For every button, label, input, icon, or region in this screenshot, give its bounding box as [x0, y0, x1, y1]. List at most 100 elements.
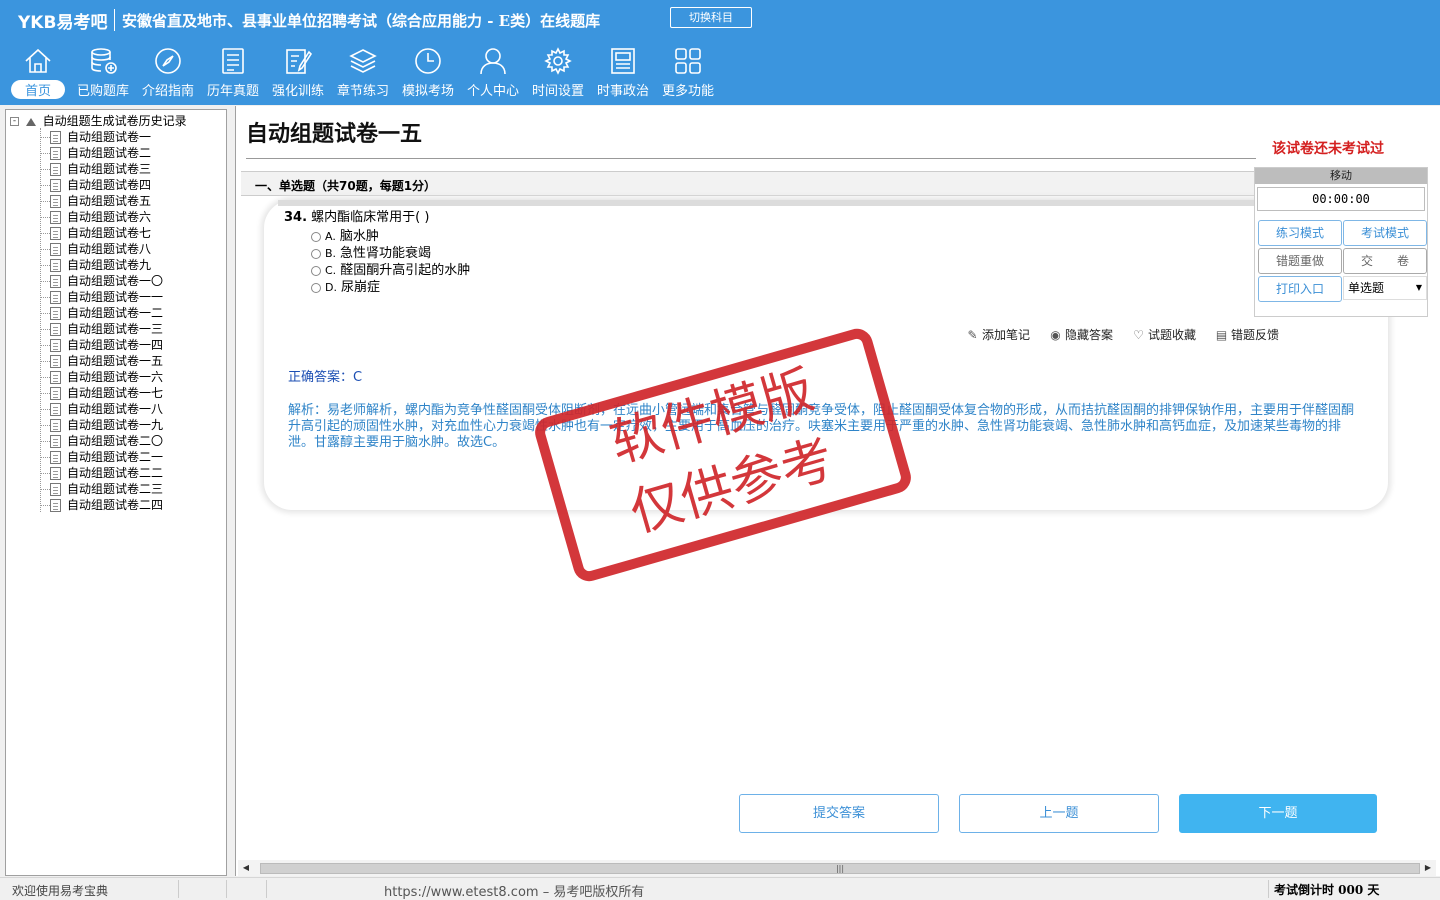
- paper-history-tree[interactable]: - 自动组题生成试卷历史记录 自动组题试卷一 自动组题试卷二 自动组题试卷三 自动组题…: [5, 109, 227, 876]
- nav-guide[interactable]: 介绍指南: [137, 46, 199, 102]
- document-icon: [50, 387, 61, 400]
- nav-chapters[interactable]: 章节练习: [332, 46, 394, 102]
- tree-item[interactable]: 自动组题试卷一三: [40, 320, 163, 336]
- tree-item[interactable]: 自动组题试卷六: [40, 208, 151, 224]
- submit-paper-button[interactable]: 交 卷: [1343, 248, 1427, 274]
- question-type-select[interactable]: 单选题: [1343, 276, 1427, 300]
- nav-profile[interactable]: 个人中心: [462, 46, 524, 102]
- tree-item[interactable]: 自动组题试卷一四: [40, 336, 163, 352]
- document-icon: [50, 371, 61, 384]
- horizontal-scrollbar[interactable]: ◀ ||| ▶: [238, 860, 1436, 876]
- tree-root[interactable]: - 自动组题生成试卷历史记录: [10, 112, 187, 128]
- nav-label: 介绍指南: [141, 84, 194, 99]
- exam-mode-button[interactable]: 考试模式: [1343, 220, 1427, 246]
- nav-mock-exam[interactable]: 模拟考场: [397, 46, 459, 102]
- prev-question-button[interactable]: 上一题: [959, 794, 1159, 833]
- feedback-link[interactable]: ▤ 错题反馈: [1215, 326, 1279, 343]
- practice-mode-button[interactable]: 练习模式: [1258, 220, 1342, 246]
- nav-current-affairs[interactable]: 时事政治: [592, 46, 654, 102]
- nav-label: 个人中心: [466, 84, 519, 99]
- document-icon: [50, 451, 61, 464]
- radio-button[interactable]: [311, 231, 321, 242]
- tree-item[interactable]: 自动组题试卷九: [40, 256, 151, 272]
- tree-item[interactable]: 自动组题试卷一八: [40, 400, 163, 416]
- tree-item[interactable]: 自动组题试卷四: [40, 176, 151, 192]
- edit-icon: [286, 49, 313, 74]
- exam-timer: 00:00:00: [1257, 187, 1425, 211]
- nav-label: 已购题库: [76, 84, 129, 99]
- nav-past-exams[interactable]: 历年真题: [202, 46, 264, 102]
- tree-item-label: 自动组题试卷九: [67, 258, 152, 272]
- tree-item[interactable]: 自动组题试卷一二: [40, 304, 163, 320]
- nav-home[interactable]: 首页: [7, 46, 69, 102]
- hide-answer-link[interactable]: ◉ 隐藏答案: [1049, 326, 1113, 343]
- tree-item[interactable]: 自动组题试卷二三: [40, 480, 163, 496]
- question-number: 34.: [284, 210, 308, 225]
- tree-item[interactable]: 自动组题试卷二二: [40, 464, 163, 480]
- tree-item[interactable]: 自动组题试卷二: [40, 144, 151, 160]
- switch-subject-button[interactable]: 切换科目: [670, 7, 752, 28]
- tree-item[interactable]: 自动组题试卷一七: [40, 384, 163, 400]
- radio-button[interactable]: [311, 265, 321, 276]
- feedback-label: 错题反馈: [1231, 328, 1280, 342]
- nav-purchased[interactable]: 已购题库: [72, 46, 134, 102]
- feedback-icon: ▤: [1215, 328, 1228, 342]
- tree-connector: [40, 249, 50, 250]
- option-d[interactable]: D. 尿崩症: [311, 276, 380, 295]
- paper-title: 自动组题试卷一五: [246, 121, 423, 147]
- question-text: 螺内酯临床常用于( ): [311, 210, 430, 225]
- move-handle[interactable]: 移动: [1255, 168, 1427, 184]
- nav-label: 时事政治: [596, 84, 649, 99]
- add-note-link[interactable]: ✎ 添加笔记: [966, 326, 1030, 343]
- nav-label: 更多功能: [661, 84, 714, 99]
- tree-item[interactable]: 自动组题试卷一五: [40, 352, 163, 368]
- tree-item[interactable]: 自动组题试卷八: [40, 240, 151, 256]
- tree-connector: [40, 201, 50, 202]
- tree-item-label: 自动组题试卷二一: [67, 450, 164, 464]
- tree-item-label: 自动组题试卷一四: [67, 338, 164, 352]
- scroll-left-icon[interactable]: ◀: [238, 860, 254, 876]
- tree-item[interactable]: 自动组题试卷三: [40, 160, 151, 176]
- print-button[interactable]: 打印入口: [1258, 276, 1342, 302]
- tree-connector: [40, 361, 50, 362]
- radio-button[interactable]: [311, 282, 321, 293]
- tree-item[interactable]: 自动组题试卷二〇: [40, 432, 163, 448]
- folder-icon: [25, 117, 36, 126]
- document-icon: [50, 499, 61, 512]
- nav-more[interactable]: 更多功能: [657, 46, 719, 102]
- nav-intensive[interactable]: 强化训练: [267, 46, 329, 102]
- title-divider: [246, 158, 1256, 159]
- document-icon: [50, 467, 61, 480]
- favorite-link[interactable]: ♡ 试题收藏: [1132, 326, 1196, 343]
- tree-connector: [40, 153, 50, 154]
- tree-item[interactable]: 自动组题试卷五: [40, 192, 151, 208]
- tree-item[interactable]: 自动组题试卷一六: [40, 368, 163, 384]
- compass-icon: [155, 48, 181, 74]
- collapse-icon[interactable]: -: [10, 117, 19, 126]
- document-icon: [50, 147, 61, 160]
- tree-item-label: 自动组题试卷二二: [67, 466, 164, 480]
- heart-icon: ♡: [1133, 328, 1144, 342]
- tree-item[interactable]: 自动组题试卷一〇: [40, 272, 163, 288]
- tree-connector: [40, 473, 50, 474]
- section-title: 一、单选题（共70题，每题1分）: [255, 179, 437, 193]
- tree-item[interactable]: 自动组题试卷一九: [40, 416, 163, 432]
- scrollbar-thumb[interactable]: |||: [260, 863, 1420, 874]
- tree-item[interactable]: 自动组题试卷二一: [40, 448, 163, 464]
- tree-item-label: 自动组题试卷二三: [67, 482, 164, 496]
- grid-icon: [675, 48, 701, 74]
- redo-wrong-button[interactable]: 错题重做: [1258, 248, 1342, 274]
- nav-time-settings[interactable]: 时间设置: [527, 46, 589, 102]
- radio-button[interactable]: [311, 248, 321, 259]
- scroll-right-icon[interactable]: ▶: [1420, 860, 1436, 876]
- tree-connector: [40, 393, 50, 394]
- tree-item-label: 自动组题试卷二四: [67, 498, 164, 512]
- document-icon: [50, 483, 61, 496]
- tree-root-label: 自动组题生成试卷历史记录: [42, 114, 187, 128]
- tree-item[interactable]: 自动组题试卷二四: [40, 496, 163, 512]
- submit-answer-button[interactable]: 提交答案: [739, 794, 939, 833]
- next-question-button[interactable]: 下一题: [1179, 794, 1377, 833]
- tree-item[interactable]: 自动组题试卷七: [40, 224, 151, 240]
- tree-item[interactable]: 自动组题试卷一一: [40, 288, 163, 304]
- tree-item[interactable]: 自动组题试卷一: [40, 128, 151, 144]
